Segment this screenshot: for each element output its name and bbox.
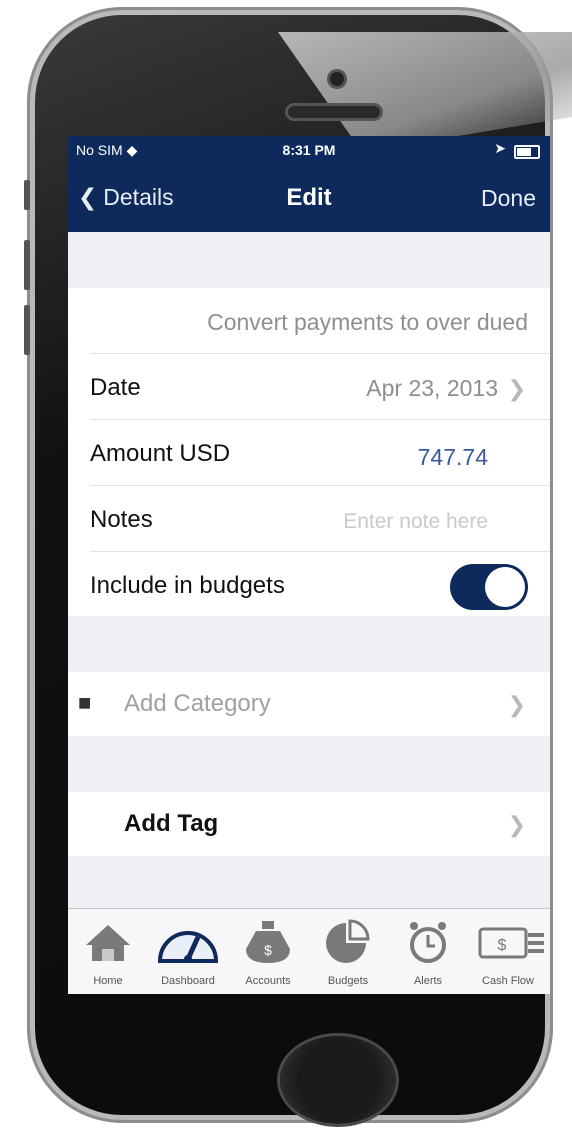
tab-budgets[interactable]: Budgets bbox=[308, 909, 388, 994]
alarm-clock-icon bbox=[410, 922, 446, 963]
tab-dashboard[interactable]: Dashboard bbox=[148, 909, 228, 994]
tag-section: Add Tag ❯ bbox=[68, 792, 550, 856]
chevron-right-icon: ❯ bbox=[507, 812, 526, 837]
navigation-bar: No SIM ◆ 8:31 PM ➤ ❮ Details Edit Done bbox=[68, 136, 550, 232]
description-text: Convert payments to over dued bbox=[207, 309, 528, 335]
volume-up-button[interactable] bbox=[24, 240, 30, 290]
budgets-label: Include in budgets bbox=[90, 572, 285, 599]
volume-down-button[interactable] bbox=[24, 305, 30, 355]
home-button[interactable] bbox=[280, 1036, 396, 1124]
notes-row[interactable]: Notes Enter note here bbox=[68, 486, 550, 552]
category-tag-icon: ■ bbox=[78, 690, 92, 715]
tab-home[interactable]: Home bbox=[68, 909, 148, 994]
svg-text:$: $ bbox=[498, 937, 507, 954]
done-button[interactable]: Done bbox=[481, 185, 536, 212]
add-category-label: Add Category bbox=[124, 690, 271, 717]
date-value: Apr 23, 2013 bbox=[366, 375, 498, 401]
chevron-right-icon: ❯ bbox=[507, 692, 526, 717]
tab-label: Cash Flow bbox=[482, 975, 534, 987]
mute-switch[interactable] bbox=[24, 180, 30, 210]
battery-icon bbox=[514, 145, 540, 159]
svg-text:$: $ bbox=[264, 942, 272, 958]
tab-bar: Home Dashboard $ Accounts Budgets Alerts… bbox=[68, 908, 550, 994]
pie-chart-icon bbox=[326, 919, 370, 963]
page-title: Edit bbox=[286, 184, 332, 211]
money-bag-icon: $ bbox=[246, 921, 290, 963]
add-tag-label: Add Tag bbox=[124, 810, 219, 837]
category-section: ■ Add Category ❯ bbox=[68, 672, 550, 736]
clock-time: 8:31 PM bbox=[282, 142, 336, 158]
budgets-row: Include in budgets bbox=[68, 552, 550, 618]
description-row[interactable]: Convert payments to over dued bbox=[68, 288, 550, 354]
cash-flow-icon: $ bbox=[478, 927, 544, 959]
include-in-budgets-toggle[interactable] bbox=[450, 564, 528, 610]
amount-label: Amount USD bbox=[90, 440, 231, 467]
tab-label: Budgets bbox=[327, 975, 369, 987]
speedometer-icon bbox=[157, 931, 219, 963]
house-icon bbox=[86, 925, 130, 961]
phone-glare bbox=[278, 32, 572, 152]
chevron-right-icon: ❯ bbox=[507, 376, 526, 401]
tab-accounts[interactable]: $ Accounts bbox=[228, 909, 308, 994]
notes-input[interactable]: Enter note here bbox=[343, 510, 488, 534]
notes-label: Notes bbox=[90, 506, 153, 533]
app-screen: No SIM ◆ 8:31 PM ➤ ❮ Details Edit Done Co… bbox=[68, 136, 550, 994]
tab-cash-flow[interactable]: $ Cash Flow bbox=[468, 909, 550, 994]
date-label: Date bbox=[90, 374, 141, 401]
tab-label: Alerts bbox=[413, 975, 443, 987]
amount-value[interactable]: 747.74 bbox=[418, 444, 488, 471]
earpiece-speaker bbox=[288, 106, 380, 118]
add-category-row[interactable]: ■ Add Category ❯ bbox=[68, 672, 550, 736]
location-arrow-icon: ➤ bbox=[494, 140, 506, 156]
front-camera bbox=[330, 72, 344, 86]
details-section: Convert payments to over dued Date Apr 2… bbox=[68, 288, 550, 616]
toggle-knob bbox=[485, 567, 525, 607]
tab-label: Dashboard bbox=[161, 975, 215, 987]
date-row[interactable]: Date Apr 23, 2013 ❯ bbox=[68, 354, 550, 420]
tab-label: Home bbox=[93, 975, 123, 987]
tab-alerts[interactable]: Alerts bbox=[388, 909, 468, 994]
status-bar: No SIM ◆ 8:31 PM ➤ bbox=[68, 136, 550, 164]
tab-label: Accounts bbox=[245, 975, 291, 987]
add-tag-row[interactable]: Add Tag ❯ bbox=[68, 792, 550, 856]
amount-row[interactable]: Amount USD 747.74 bbox=[68, 420, 550, 486]
